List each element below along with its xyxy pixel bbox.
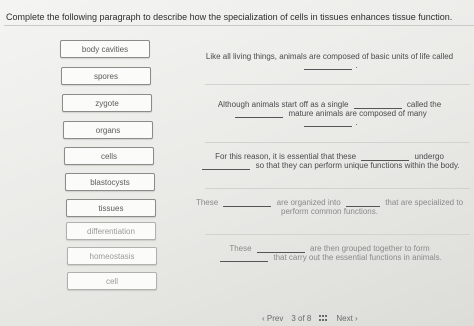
paragraph-text: called the: [406, 100, 442, 109]
drop-blank-3[interactable]: [235, 109, 284, 118]
paragraph-text: so that they can perform unique function…: [255, 161, 460, 170]
paragraph-text: Like all living things, animals are comp…: [205, 52, 454, 61]
paragraph-panel: Like all living things, animals are comp…: [185, 38, 474, 318]
word-tile-cells[interactable]: cells: [64, 147, 154, 165]
paragraph-2: Although animals start off as a single c…: [185, 100, 474, 127]
paragraph-text: .: [355, 118, 358, 127]
grid-icon[interactable]: [319, 315, 329, 322]
word-tile-cell[interactable]: cell: [67, 272, 157, 290]
drop-blank-1[interactable]: [304, 61, 353, 70]
prev-label: Prev: [266, 314, 284, 323]
paragraph-text: These: [195, 198, 219, 207]
word-tile-tissues[interactable]: tissues: [66, 199, 156, 217]
word-tile-spores[interactable]: spores: [61, 67, 151, 85]
paragraph-text: are organized into: [276, 198, 341, 207]
paragraph-3: For this reason, it is essential that th…: [185, 152, 474, 170]
word-tile-homeostasis[interactable]: homeostasis: [67, 247, 157, 265]
drop-blank-4[interactable]: [304, 118, 353, 127]
paragraph-text: These: [229, 244, 252, 253]
paragraph-1: Like all living things, animals are comp…: [185, 52, 474, 70]
next-label: Next: [336, 314, 353, 323]
word-tile-organs[interactable]: organs: [63, 121, 153, 139]
paragraph-text: that carry out the essential functions i…: [273, 253, 442, 262]
instruction-text: Complete the following paragraph to desc…: [6, 12, 453, 22]
prev-button[interactable]: ‹ Prev: [262, 314, 283, 323]
paragraph-text: Although animals start off as a single: [217, 100, 349, 109]
next-button[interactable]: Next ›: [336, 314, 357, 323]
word-tile-zygote[interactable]: zygote: [62, 94, 152, 112]
pagination: ‹ Prev 3 of 8 Next ›: [262, 314, 358, 323]
word-tile-body-cavities[interactable]: body cavities: [60, 40, 150, 58]
drop-blank-9[interactable]: [256, 244, 305, 253]
page-indicator: 3 of 8: [291, 314, 312, 323]
word-tile-differentiation[interactable]: differentiation: [66, 222, 156, 240]
divider: [4, 25, 474, 26]
paragraph-text: mature animals are composed of many: [288, 109, 427, 118]
drop-blank-8[interactable]: [345, 198, 380, 207]
drop-blank-5[interactable]: [361, 152, 410, 161]
paragraph-text: undergo: [414, 152, 444, 161]
divider: [205, 188, 470, 189]
divider: [205, 84, 470, 85]
paragraph-4: These are organized into that are specia…: [185, 198, 474, 216]
drop-blank-2[interactable]: [353, 100, 402, 109]
divider: [205, 142, 470, 143]
divider: [205, 234, 470, 235]
paragraph-5: These are then grouped together to form …: [185, 244, 474, 262]
word-tile-blastocysts[interactable]: blastocysts: [65, 173, 155, 191]
paragraph-text: are then grouped together to form: [310, 244, 430, 253]
drop-blank-10[interactable]: [220, 253, 269, 262]
paragraph-text: .: [355, 61, 358, 70]
drop-blank-6[interactable]: [202, 161, 251, 170]
paragraph-text: For this reason, it is essential that th…: [215, 152, 357, 161]
drop-blank-7[interactable]: [223, 198, 272, 207]
